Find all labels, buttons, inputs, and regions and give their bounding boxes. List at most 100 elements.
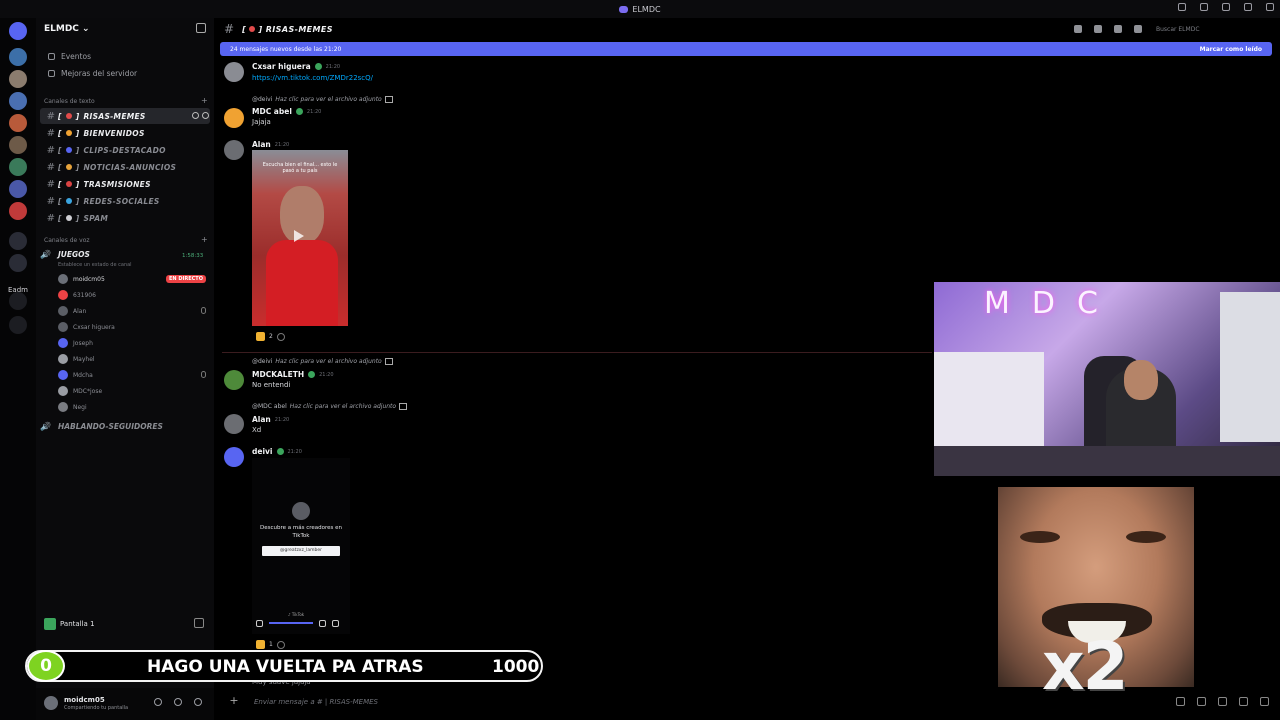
help-icon[interactable] xyxy=(1200,3,1208,11)
message-input[interactable]: Enviar mensaje a # | RISAS-MEMES xyxy=(254,698,378,706)
reply-preview[interactable]: @deivi Haz clic para ver el archivo adjun… xyxy=(252,96,393,103)
sticker-icon[interactable] xyxy=(1218,697,1227,706)
avatar[interactable] xyxy=(224,414,244,434)
add-attachment-icon[interactable]: + xyxy=(228,695,240,708)
channel-tools xyxy=(192,112,209,119)
voice-user[interactable]: Cxsar higuera xyxy=(58,320,208,334)
channel-emoji-icon xyxy=(65,130,72,136)
new-messages-bar[interactable]: 24 mensajes nuevos desde las 21:20 Marca… xyxy=(220,42,1272,56)
server-icon[interactable] xyxy=(9,136,27,154)
add-server-icon[interactable] xyxy=(9,292,27,310)
threads-icon[interactable] xyxy=(1074,25,1082,33)
message-author[interactable]: Alan 21:20 xyxy=(252,415,289,424)
hash-icon: # xyxy=(46,110,56,122)
search-input[interactable]: Buscar ELMDC xyxy=(1152,23,1274,36)
channel-clips-destacado[interactable]: #[] CLIPS-DESTACADO xyxy=(40,142,210,158)
pin-icon[interactable] xyxy=(1114,25,1122,33)
channel-redes-sociales[interactable]: #[] REDES-SOCIALES xyxy=(40,193,210,209)
mark-as-read-button[interactable]: Marcar como leído xyxy=(1200,46,1262,53)
server-icon[interactable] xyxy=(9,254,27,272)
apps-icon[interactable] xyxy=(1260,697,1269,706)
voice-user[interactable]: 631906 xyxy=(58,288,208,302)
add-reaction-icon[interactable] xyxy=(276,640,285,649)
replay-icon[interactable] xyxy=(256,619,263,627)
avatar[interactable] xyxy=(224,108,244,128)
gift-icon[interactable] xyxy=(1176,697,1185,706)
channel-spam[interactable]: #[] SPAM xyxy=(40,210,210,226)
voice-user[interactable]: Negi xyxy=(58,400,208,414)
add-channel-icon[interactable]: + xyxy=(201,96,208,105)
server-icon[interactable] xyxy=(9,92,27,110)
bell-icon[interactable] xyxy=(1094,25,1102,33)
maximize-button[interactable] xyxy=(1244,3,1252,11)
image-icon xyxy=(399,403,408,410)
category-text-channels[interactable]: Canales de texto xyxy=(44,98,95,105)
server-icon[interactable] xyxy=(9,158,27,176)
voice-channel-status[interactable]: Establece un estado de canal xyxy=(58,262,132,268)
fullscreen-icon[interactable] xyxy=(332,619,339,627)
profile-picture xyxy=(292,502,310,520)
bracket: ] xyxy=(75,162,80,172)
category-voice-channels[interactable]: Canales de voz xyxy=(44,237,90,244)
mic-icon[interactable] xyxy=(154,698,162,706)
gif-icon[interactable] xyxy=(1197,697,1206,706)
voice-user[interactable]: Joseph xyxy=(58,336,208,350)
volume-icon[interactable] xyxy=(319,619,326,627)
reply-preview[interactable]: @deivi Haz clic para ver el archivo adjun… xyxy=(252,358,393,365)
voice-user[interactable]: MDC*jose xyxy=(58,384,208,398)
reply-preview[interactable]: @MDC abel Haz clic para ver el archivo ad… xyxy=(252,403,408,410)
headphones-icon[interactable] xyxy=(174,698,182,706)
events-link[interactable]: Eventos xyxy=(48,52,91,61)
message-author[interactable]: deivi 21:20 xyxy=(252,447,302,456)
voice-user[interactable]: Alan xyxy=(58,304,208,318)
reaction[interactable]: 1 xyxy=(256,640,285,649)
avatar[interactable] xyxy=(44,696,58,710)
play-icon[interactable] xyxy=(294,230,304,242)
avatar xyxy=(58,354,68,364)
minimize-button[interactable] xyxy=(1222,3,1230,11)
message-author[interactable]: MDCKALETH 21:20 xyxy=(252,370,334,379)
server-boost-link[interactable]: Mejoras del servidor xyxy=(48,69,137,78)
add-reaction-icon[interactable] xyxy=(276,332,285,341)
voice-user[interactable]: Mdcha xyxy=(58,368,208,382)
voice-user[interactable]: Mayhel xyxy=(58,352,208,366)
avatar[interactable] xyxy=(224,370,244,390)
discover-icon[interactable] xyxy=(9,316,27,334)
members-icon[interactable] xyxy=(1134,25,1142,33)
message-author[interactable]: Alan 21:20 xyxy=(252,140,289,149)
channel-noticias-anuncios[interactable]: #[] NOTICIAS-ANUNCIOS xyxy=(40,159,210,175)
avatar[interactable] xyxy=(224,140,244,160)
server-icon[interactable] xyxy=(9,114,27,132)
invite-icon[interactable] xyxy=(192,112,199,119)
video-attachment[interactable]: Escucha bien el final... esto le pasó a … xyxy=(252,150,348,326)
server-icon[interactable] xyxy=(9,232,27,250)
channel-bienvenidos[interactable]: #[] BIENVENIDOS xyxy=(40,125,210,141)
inbox-icon[interactable] xyxy=(1178,3,1186,11)
settings-icon[interactable] xyxy=(194,698,202,706)
gear-icon[interactable] xyxy=(202,112,209,119)
server-icon[interactable] xyxy=(9,202,27,220)
boost-icon xyxy=(48,70,55,77)
video-attachment[interactable]: Descubre a más creadores en TikTok @grea… xyxy=(252,458,350,634)
close-button[interactable] xyxy=(1266,3,1274,11)
direct-messages-icon[interactable] xyxy=(9,22,27,40)
message-author[interactable]: MDC abel 21:20 xyxy=(252,107,321,116)
message-link[interactable]: https://vm.tiktok.com/ZMDr22scQ/ xyxy=(252,74,373,82)
emoji-icon[interactable] xyxy=(1239,697,1248,706)
video-search-button[interactable]: @greatzxz_lamber xyxy=(262,546,340,556)
server-icon[interactable] xyxy=(9,48,27,66)
server-icon[interactable] xyxy=(9,70,27,88)
reaction[interactable]: 2 xyxy=(256,332,285,341)
channel-trasmisiones[interactable]: #[] TRASMISIONES xyxy=(40,176,210,192)
invite-icon[interactable] xyxy=(196,23,206,33)
voice-channel-hablando-seguidores[interactable]: 🔊 HABLANDO-SEGUIDORES xyxy=(40,422,210,431)
stop-sharing-button[interactable] xyxy=(194,618,204,628)
avatar[interactable] xyxy=(224,62,244,82)
message-author[interactable]: Cxsar higuera 21:20 xyxy=(252,62,340,71)
channel-risas-memes[interactable]: #[] RISAS-MEMES xyxy=(40,108,210,124)
server-icon[interactable] xyxy=(9,180,27,198)
avatar[interactable] xyxy=(224,447,244,467)
video-progress-bar[interactable] xyxy=(269,622,313,624)
add-channel-icon[interactable]: + xyxy=(201,235,208,244)
server-name[interactable]: ELMDC ⌄ xyxy=(44,24,90,34)
